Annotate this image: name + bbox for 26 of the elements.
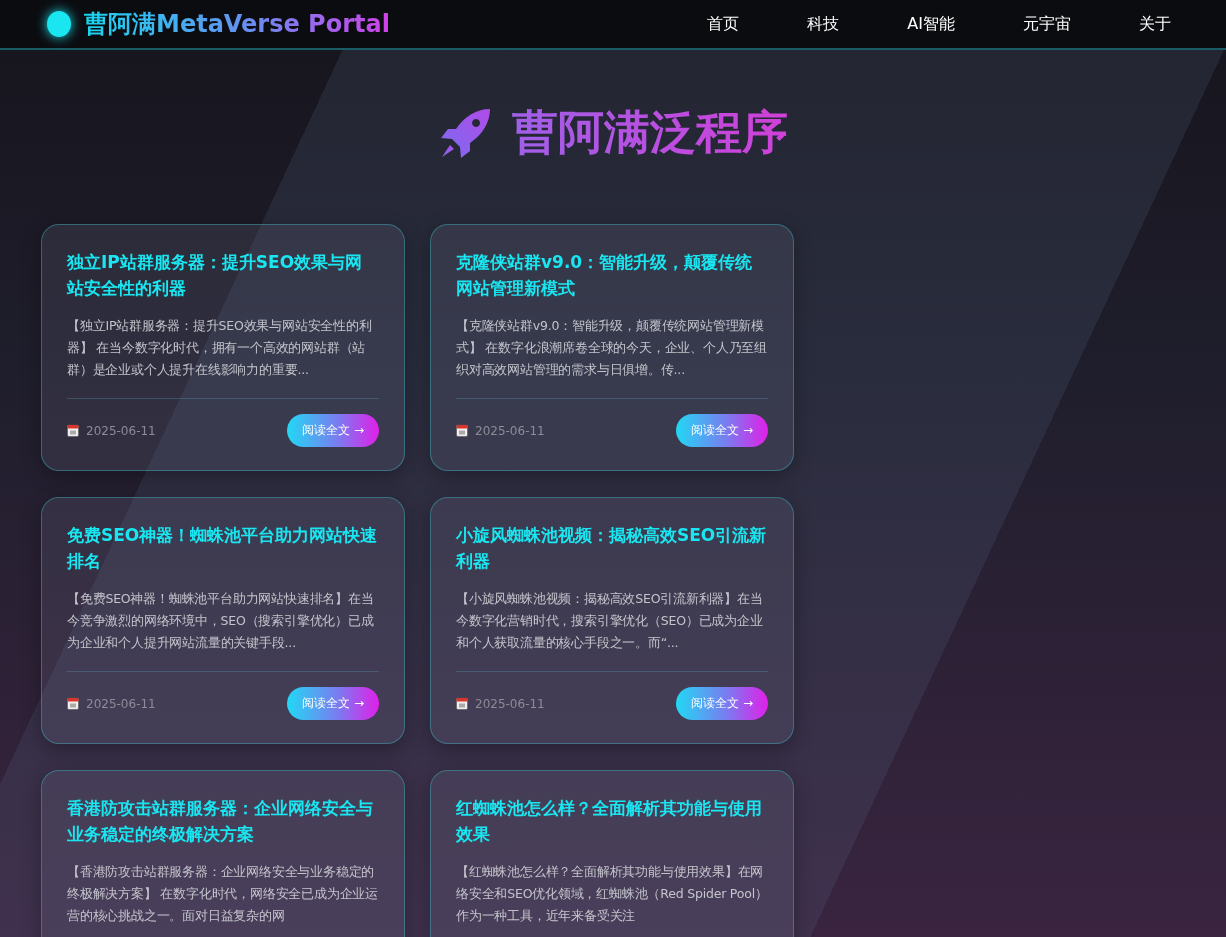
article-title[interactable]: 克隆侠站群v9.0：智能升级，颠覆传统网站管理新模式 xyxy=(456,249,768,301)
nav-link[interactable]: 元宇宙 xyxy=(1013,9,1081,39)
nav-link[interactable]: AI智能 xyxy=(897,9,965,39)
article-title[interactable]: 香港防攻击站群服务器：企业网络安全与业务稳定的终极解决方案 xyxy=(67,795,379,847)
calendar-icon xyxy=(67,424,79,437)
calendar-icon xyxy=(67,697,79,710)
nav-link[interactable]: 科技 xyxy=(797,9,850,39)
article-title[interactable]: 红蜘蛛池怎么样？全面解析其功能与使用效果 xyxy=(456,795,768,847)
article-excerpt: 【独立IP站群服务器：提升SEO效果与网站安全性的利器】 在当今数字化时代，拥有一个高效的网站群（站群）是企业或个人提升在线影响力的重要... xyxy=(67,317,373,379)
nav-link[interactable]: 关于 xyxy=(1129,9,1181,39)
calendar-icon xyxy=(456,697,468,710)
article-title[interactable]: 免费SEO神器！蜘蛛池平台助力网站快速排名 xyxy=(67,522,379,574)
article-excerpt: 【小旋风蜘蛛池视频：揭秘高效SEO引流新利器】在当今数字化营销时代，搜索引擎优化（SEO）已成为企业和个人获取流量的核心手段之一。而“... xyxy=(456,590,764,652)
article-excerpt: 【香港防攻击站群服务器：企业网络安全与业务稳定的终极解决方案】 在数字化时代，网络安全已成为企业运营的核心挑战之一。面对日益复杂的网 xyxy=(67,863,379,925)
blob-logo-icon xyxy=(44,9,74,39)
article-title[interactable]: 独立IP站群服务器：提升SEO效果与网站安全性的利器 xyxy=(67,249,379,301)
article-excerpt: 【红蜘蛛池怎么样？全面解析其功能与使用效果】在网络安全和SEO优化领域，红蜘蛛池（Red Spider Pool）作为一种工具，近年来备受关注 xyxy=(456,863,768,925)
article-date: 2025-06-11 xyxy=(86,423,157,438)
nav-link[interactable]: 首页 xyxy=(697,9,750,39)
article-excerpt: 【克隆侠站群v9.0：智能升级，颠覆传统网站管理新模式】 在数字化浪潮席卷全球的今天，企业、个人乃至组织对高效网站管理的需求与日俱增。传... xyxy=(456,317,768,379)
article-date: 2025-06-11 xyxy=(86,696,157,711)
calendar-icon xyxy=(456,424,468,437)
article-excerpt: 【免费SEO神器！蜘蛛池平台助力网站快速排名】在当今竞争激烈的网络环境中，SEO（搜索引擎优化）已成为企业和个人提升网站流量的关键手段... xyxy=(67,590,375,652)
article-date: 2025-06-11 xyxy=(475,423,546,438)
article-date: 2025-06-11 xyxy=(475,696,546,711)
article-title[interactable]: 小旋风蜘蛛池视频：揭秘高效SEO引流新利器 xyxy=(456,522,768,574)
